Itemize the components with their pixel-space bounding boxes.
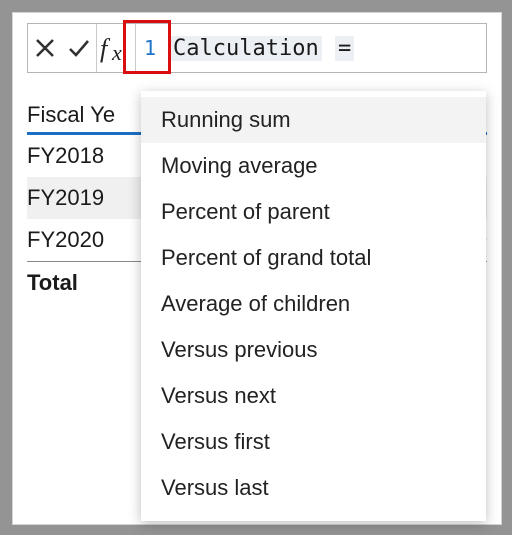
formula-bar: f x 1 Calculation = [27,23,487,73]
calculation-dropdown: Running sumMoving averagePercent of pare… [141,91,486,521]
cell-fiscal-year: FY2020 [27,227,142,253]
cancel-button[interactable] [28,24,62,72]
fx-icon: f x [100,33,132,63]
dropdown-item[interactable]: Versus first [141,419,486,465]
visual-panel: f x 1 Calculation = Fiscal Ye p FY20188F… [12,12,502,525]
dropdown-item[interactable]: Average of children [141,281,486,327]
dropdown-item[interactable]: Percent of grand total [141,235,486,281]
header-fiscal-year[interactable]: Fiscal Ye [27,102,142,128]
formula-line-number: 1 [136,36,164,60]
fx-button[interactable]: f x [96,24,136,72]
dropdown-item[interactable]: Versus previous [141,327,486,373]
dropdown-item[interactable]: Versus last [141,465,486,511]
svg-text:f: f [100,34,111,63]
cell-fiscal-year: FY2019 [27,185,142,211]
dropdown-item[interactable]: Percent of parent [141,189,486,235]
dropdown-item[interactable]: Running sum [141,97,486,143]
cell-fiscal-year: FY2018 [27,143,142,169]
check-icon [67,36,91,60]
total-label: Total [27,270,142,296]
formula-op: = [335,36,354,61]
dropdown-item[interactable]: Moving average [141,143,486,189]
formula-name: Calculation [170,36,322,61]
formula-input[interactable]: Calculation = [164,36,486,61]
svg-text:x: x [111,40,122,63]
x-icon [34,37,56,59]
commit-button[interactable] [62,24,96,72]
dropdown-item[interactable]: Versus next [141,373,486,419]
